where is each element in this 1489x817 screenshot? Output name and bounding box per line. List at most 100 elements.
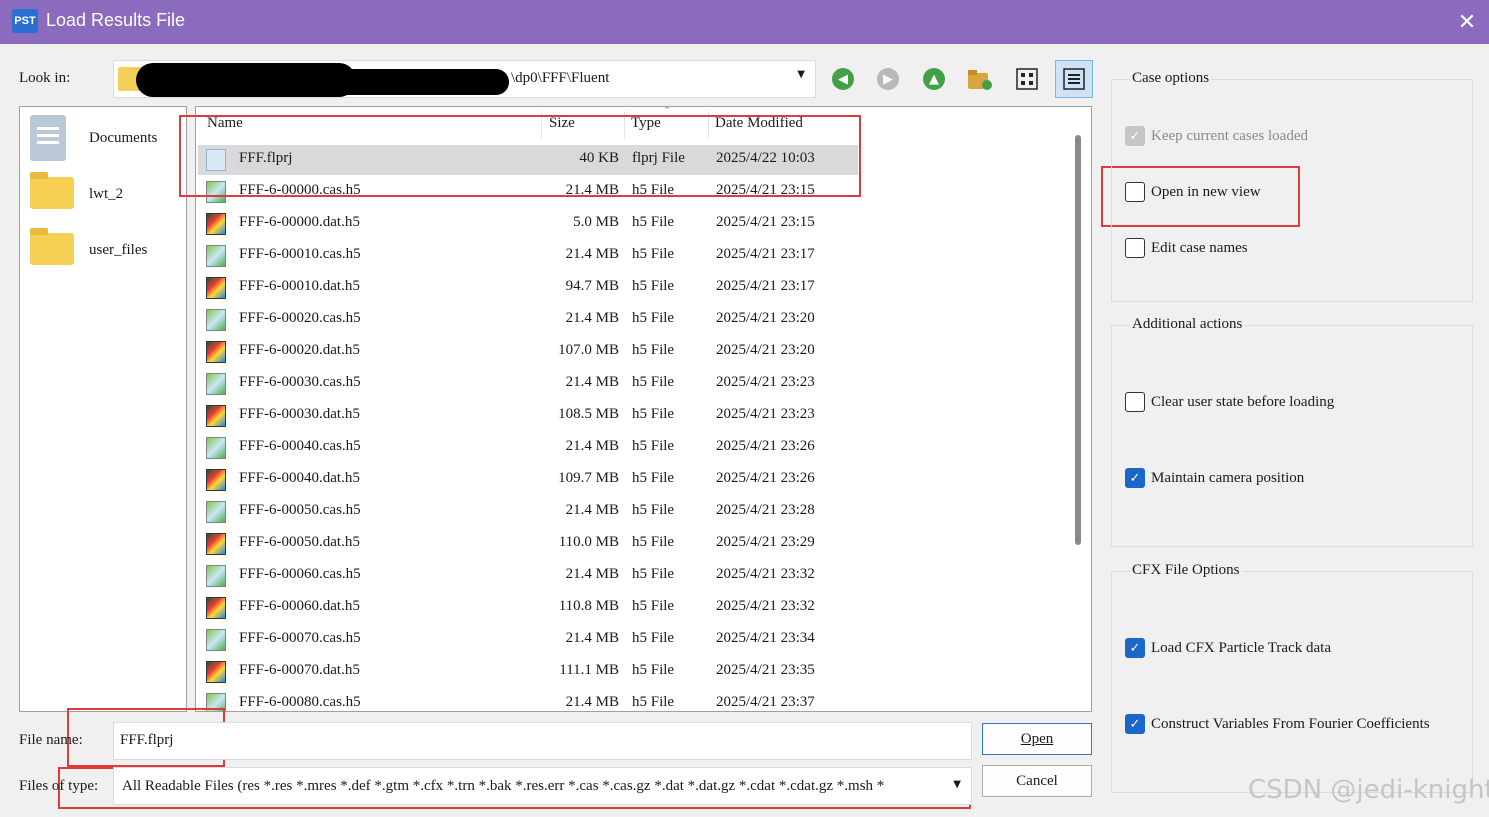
look-in-combo[interactable]: \dp0\FFF\Fluent ▼ xyxy=(113,60,816,98)
file-date-cell: 2025/4/22 10:03 xyxy=(716,150,815,166)
place-lwt-2[interactable] xyxy=(30,172,74,209)
file-size-cell: 21.4 MB xyxy=(565,310,619,326)
file-name-cell: FFF-6-00040.cas.h5 xyxy=(239,438,361,454)
file-size-cell: 108.5 MB xyxy=(558,406,619,422)
file-row[interactable]: FFF-6-00010.cas.h5 21.4 MB h5 File 2025/4/2… xyxy=(198,241,858,271)
file-row[interactable]: FFF-6-00050.cas.h5 21.4 MB h5 File 2025/4/2… xyxy=(198,497,858,527)
file-row[interactable]: FFF-6-00070.dat.h5 111.1 MB h5 File 2025/4/… xyxy=(198,657,858,687)
file-name-cell: FFF-6-00060.dat.h5 xyxy=(239,598,360,614)
file-type-cell: h5 File xyxy=(632,342,675,358)
column-header-size[interactable]: Size xyxy=(549,115,575,132)
detail-view-button[interactable] xyxy=(1055,60,1093,98)
file-row[interactable]: FFF-6-00050.dat.h5 110.0 MB h5 File 2025/4/… xyxy=(198,529,858,559)
redaction-mark xyxy=(304,69,509,95)
file-size-cell: 21.4 MB xyxy=(565,694,619,710)
chevron-down-icon[interactable]: ▼ xyxy=(953,779,961,790)
file-row[interactable]: FFF-6-00080.cas.h5 21.4 MB h5 File 2025/4/2… xyxy=(198,689,858,711)
file-row[interactable]: FFF-6-00020.dat.h5 107.0 MB h5 File 2025/4/… xyxy=(198,337,858,367)
file-type-cell: h5 File xyxy=(632,694,675,710)
case-file-icon xyxy=(206,181,226,203)
construct-variables-checkbox[interactable]: ✓ xyxy=(1125,714,1145,734)
file-size-cell: 5.0 MB xyxy=(573,214,619,230)
new-folder-button[interactable] xyxy=(963,62,997,96)
vertical-scrollbar[interactable] xyxy=(1075,135,1081,545)
construct-variables-option[interactable]: ✓ Construct Variables From Fourier Coeff… xyxy=(1125,714,1430,734)
up-folder-button[interactable]: ▲ xyxy=(917,62,951,96)
edit-case-names-option[interactable]: Edit case names xyxy=(1125,238,1248,258)
file-row[interactable]: FFF-6-00020.cas.h5 21.4 MB h5 File 2025/4/2… xyxy=(198,305,858,335)
file-name-cell: FFF-6-00070.dat.h5 xyxy=(239,662,360,678)
file-size-cell: 110.0 MB xyxy=(558,534,619,550)
icon-view-button[interactable] xyxy=(1008,60,1046,98)
option-label[interactable]: Load CFX Particle Track data xyxy=(1151,640,1331,657)
chevron-down-icon[interactable]: ▼ xyxy=(797,69,805,80)
open-button[interactable]: Open xyxy=(982,723,1092,755)
additional-actions-title: Additional actions xyxy=(1130,316,1245,333)
option-label[interactable]: Open in new view xyxy=(1151,184,1261,201)
file-size-cell: 109.7 MB xyxy=(558,470,619,486)
file-row[interactable]: FFF-6-00030.cas.h5 21.4 MB h5 File 2025/4/2… xyxy=(198,369,858,399)
file-type-cell: flprj File xyxy=(632,150,685,166)
edit-case-names-checkbox[interactable] xyxy=(1125,238,1145,258)
file-row[interactable]: FFF.flprj 40 KB flprj File 2025/4/22 10:03 xyxy=(198,145,858,175)
file-row[interactable]: FFF-6-00010.dat.h5 94.7 MB h5 File 2025/4/2… xyxy=(198,273,858,303)
back-button[interactable]: ◀ xyxy=(826,62,860,96)
file-date-cell: 2025/4/21 23:23 xyxy=(716,374,815,390)
file-list[interactable]: Name Size Type ⌃ Date Modified FFF.flprj… xyxy=(195,106,1092,712)
place-label[interactable]: Documents xyxy=(89,130,157,147)
files-of-type-select[interactable]: All Readable Files (res *.res *.mres *.d… xyxy=(113,767,972,805)
maintain-camera-checkbox[interactable]: ✓ xyxy=(1125,468,1145,488)
place-user-files[interactable] xyxy=(30,228,74,265)
maintain-camera-option[interactable]: ✓ Maintain camera position xyxy=(1125,468,1304,488)
column-separator xyxy=(541,111,542,139)
file-size-cell: 111.1 MB xyxy=(559,662,619,678)
clear-user-state-option[interactable]: Clear user state before loading xyxy=(1125,392,1334,412)
cancel-button[interactable]: Cancel xyxy=(982,765,1092,797)
app-icon: PST xyxy=(12,9,38,33)
open-in-new-view-option[interactable]: Open in new view xyxy=(1125,182,1261,202)
file-row[interactable]: FFF-6-00040.cas.h5 21.4 MB h5 File 2025/4/2… xyxy=(198,433,858,463)
option-label[interactable]: Edit case names xyxy=(1151,240,1248,257)
place-documents[interactable] xyxy=(30,115,66,161)
close-button[interactable]: ✕ xyxy=(1453,8,1481,36)
file-row[interactable]: FFF-6-00040.dat.h5 109.7 MB h5 File 2025/4/… xyxy=(198,465,858,495)
file-row[interactable]: FFF-6-00070.cas.h5 21.4 MB h5 File 2025/4/2… xyxy=(198,625,858,655)
folder-icon xyxy=(30,228,74,265)
cfx-file-options-title: CFX File Options xyxy=(1130,562,1242,579)
clear-user-state-checkbox[interactable] xyxy=(1125,392,1145,412)
cfx-file-options-group xyxy=(1111,571,1473,793)
file-date-cell: 2025/4/21 23:15 xyxy=(716,182,815,198)
file-row[interactable]: FFF-6-00000.cas.h5 21.4 MB h5 File 2025/4/2… xyxy=(198,177,858,207)
open-in-new-view-checkbox[interactable] xyxy=(1125,182,1145,202)
case-file-icon xyxy=(206,373,226,395)
load-particle-track-option[interactable]: ✓ Load CFX Particle Track data xyxy=(1125,638,1331,658)
case-file-icon xyxy=(206,629,226,651)
forward-button[interactable]: ▶ xyxy=(871,62,905,96)
file-row[interactable]: FFF-6-00060.dat.h5 110.8 MB h5 File 2025/4/… xyxy=(198,593,858,623)
place-label[interactable]: lwt_2 xyxy=(89,186,123,203)
file-row[interactable]: FFF-6-00060.cas.h5 21.4 MB h5 File 2025/4/2… xyxy=(198,561,858,591)
data-file-icon xyxy=(206,469,226,491)
look-in-path: \dp0\FFF\Fluent xyxy=(511,70,610,86)
place-label[interactable]: user_files xyxy=(89,242,147,259)
column-header-type[interactable]: Type xyxy=(631,115,661,132)
option-label[interactable]: Construct Variables From Fourier Coeffic… xyxy=(1151,716,1430,733)
file-date-cell: 2025/4/21 23:26 xyxy=(716,438,815,454)
file-row[interactable]: FFF-6-00030.dat.h5 108.5 MB h5 File 2025/4/… xyxy=(198,401,858,431)
column-header-date[interactable]: Date Modified xyxy=(715,115,803,132)
window-title: Load Results File xyxy=(46,10,186,30)
option-label[interactable]: Clear user state before loading xyxy=(1151,394,1334,411)
load-particle-track-checkbox[interactable]: ✓ xyxy=(1125,638,1145,658)
data-file-icon xyxy=(206,341,226,363)
file-name-cell: FFF.flprj xyxy=(239,150,293,166)
file-name-input[interactable]: FFF.flprj xyxy=(113,722,972,760)
data-file-icon xyxy=(206,661,226,683)
file-date-cell: 2025/4/21 23:20 xyxy=(716,342,815,358)
file-row[interactable]: FFF-6-00000.dat.h5 5.0 MB h5 File 2025/4/21… xyxy=(198,209,858,239)
file-date-cell: 2025/4/21 23:17 xyxy=(716,278,815,294)
option-label[interactable]: Maintain camera position xyxy=(1151,470,1304,487)
case-options-title: Case options xyxy=(1130,70,1212,87)
column-separator xyxy=(708,111,709,139)
column-header-name[interactable]: Name xyxy=(207,115,243,132)
file-type-cell: h5 File xyxy=(632,630,675,646)
